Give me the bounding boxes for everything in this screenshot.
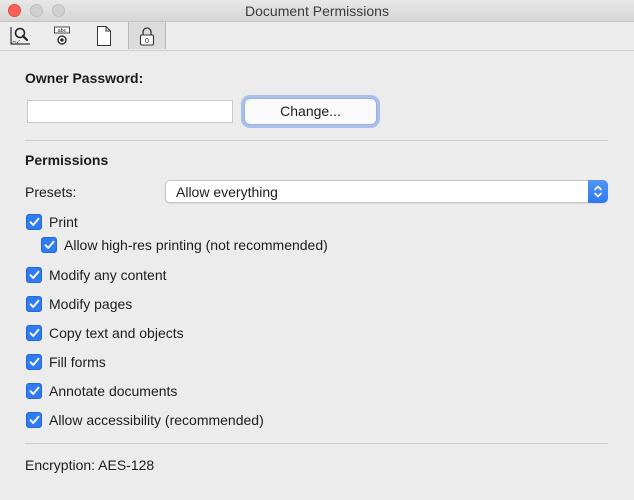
permission-accessibility[interactable]: Allow accessibility (recommended)	[26, 411, 264, 429]
presets-select[interactable]: Allow everything	[165, 180, 608, 203]
document-permissions-window: Document Permissions abc 0 Owner Passwor…	[0, 0, 634, 500]
checkmark-icon	[29, 299, 39, 308]
tab-magnifier[interactable]	[4, 22, 36, 49]
toolbar: abc 0	[0, 22, 634, 50]
svg-text:abc: abc	[58, 28, 67, 34]
modify-pages-label: Modify pages	[49, 296, 133, 312]
toolbar-divider	[0, 50, 634, 51]
abc-stamp-icon: abc	[54, 26, 70, 45]
permission-high-res-printing[interactable]: Allow high-res printing (not recommended…	[41, 236, 328, 254]
tab-security[interactable]: 0	[128, 22, 166, 49]
permissions-heading: Permissions	[25, 152, 109, 168]
checkmark-icon	[29, 217, 39, 226]
tab-document[interactable]	[88, 22, 120, 49]
checkmark-icon	[29, 328, 39, 337]
magnifier-chart-icon	[10, 26, 30, 45]
permission-print[interactable]: Print	[26, 213, 78, 231]
permission-copy-text[interactable]: Copy text and objects	[26, 324, 184, 342]
high-res-printing-checkbox[interactable]	[41, 237, 57, 253]
tab-abc-stamp[interactable]: abc	[46, 22, 78, 49]
updown-chevron-icon	[588, 180, 608, 203]
presets-label: Presets:	[25, 184, 77, 200]
checkmark-icon	[29, 386, 39, 395]
fill-forms-label: Fill forms	[49, 354, 106, 370]
section-divider	[25, 443, 608, 444]
title-bar: Document Permissions	[0, 0, 634, 22]
permission-annotate[interactable]: Annotate documents	[26, 382, 177, 400]
checkmark-icon	[29, 357, 39, 366]
high-res-printing-label: Allow high-res printing (not recommended…	[64, 237, 328, 253]
presets-selected-value: Allow everything	[176, 184, 278, 200]
checkmark-icon	[29, 270, 39, 279]
permission-fill-forms[interactable]: Fill forms	[26, 353, 106, 371]
section-divider	[25, 140, 608, 141]
svg-text:0: 0	[145, 38, 149, 45]
encryption-label: Encryption: AES-128	[25, 457, 155, 473]
print-label: Print	[49, 214, 78, 230]
owner-password-field[interactable]	[27, 100, 233, 123]
annotate-checkbox[interactable]	[26, 383, 42, 399]
fill-forms-checkbox[interactable]	[26, 354, 42, 370]
modify-pages-checkbox[interactable]	[26, 296, 42, 312]
document-icon	[97, 25, 111, 46]
change-password-button[interactable]: Change...	[244, 98, 377, 125]
accessibility-label: Allow accessibility (recommended)	[49, 412, 264, 428]
annotate-label: Annotate documents	[49, 383, 178, 399]
copy-text-checkbox[interactable]	[26, 325, 42, 341]
window-title: Document Permissions	[245, 3, 389, 19]
modify-content-checkbox[interactable]	[26, 267, 42, 283]
permission-modify-pages[interactable]: Modify pages	[26, 295, 132, 313]
print-checkbox[interactable]	[26, 214, 42, 230]
checkmark-icon	[29, 415, 39, 424]
modify-content-label: Modify any content	[49, 267, 167, 283]
owner-password-label: Owner Password:	[25, 70, 144, 86]
lock-icon: 0	[139, 26, 155, 46]
permission-modify-content[interactable]: Modify any content	[26, 266, 167, 284]
checkmark-icon	[44, 240, 54, 249]
accessibility-checkbox[interactable]	[26, 412, 42, 428]
copy-text-label: Copy text and objects	[49, 325, 184, 341]
